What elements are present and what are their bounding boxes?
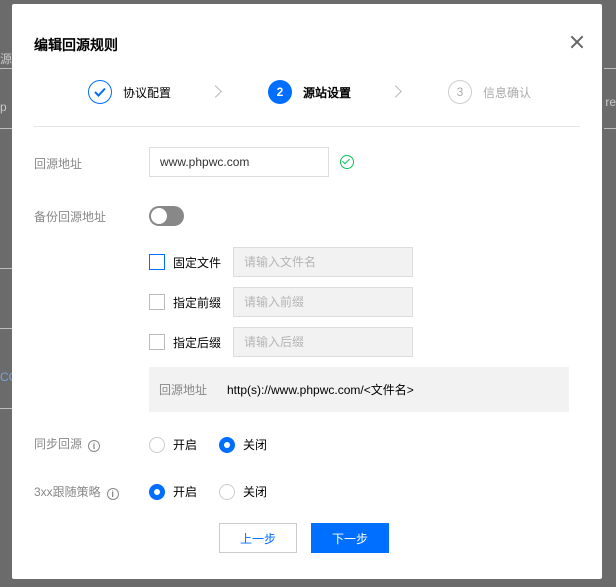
bg-text: 源 bbox=[0, 52, 13, 66]
prefix-checkbox[interactable] bbox=[149, 294, 165, 310]
rule-row-prefix: 指定前缀 bbox=[149, 287, 413, 317]
fixed-file-checkbox[interactable] bbox=[149, 254, 165, 270]
radio-label: 开启 bbox=[173, 485, 198, 499]
info-icon[interactable]: i bbox=[106, 488, 119, 500]
radio-label: 关闭 bbox=[243, 485, 268, 499]
check-icon bbox=[88, 80, 112, 104]
suffix-checkbox[interactable] bbox=[149, 334, 165, 350]
redirect-off-radio[interactable]: 关闭 bbox=[219, 483, 267, 500]
origin-preview-box: 回源地址 http(s)://www.phpwc.com/<文件名> bbox=[149, 367, 569, 412]
backup-origin-label: 备份回源地址 bbox=[34, 210, 107, 224]
bg-divider bbox=[0, 328, 12, 329]
redirect-policy-label: 3xx跟随策略 bbox=[34, 485, 101, 499]
valid-check-icon bbox=[340, 155, 354, 169]
step-label: 协议配置 bbox=[123, 85, 172, 100]
radio-dot bbox=[219, 483, 236, 500]
chevron-right-icon bbox=[389, 85, 402, 98]
suffix-label: 指定后缀 bbox=[173, 335, 222, 350]
step-label: 源站设置 bbox=[303, 85, 352, 100]
prefix-label: 指定前缀 bbox=[173, 295, 222, 310]
radio-label: 关闭 bbox=[243, 438, 268, 452]
suffix-input bbox=[233, 327, 413, 357]
bg-divider bbox=[0, 408, 12, 409]
sync-origin-on-radio[interactable]: 开启 bbox=[149, 436, 197, 453]
bg-divider bbox=[604, 68, 616, 69]
step-confirm-info: 3 信息确认 bbox=[448, 80, 531, 104]
toggle-knob bbox=[151, 208, 167, 224]
dialog-title: 编辑回源规则 bbox=[34, 37, 118, 53]
origin-address-label: 回源地址 bbox=[34, 157, 83, 171]
origin-address-input[interactable] bbox=[149, 147, 329, 177]
step-number: 2 bbox=[268, 80, 292, 104]
prefix-input bbox=[233, 287, 413, 317]
rule-row-fixed-file: 固定文件 bbox=[149, 247, 413, 277]
previous-step-button[interactable]: 上一步 bbox=[219, 523, 297, 553]
backup-origin-toggle[interactable] bbox=[149, 206, 184, 226]
sync-origin-off-radio[interactable]: 关闭 bbox=[219, 436, 267, 453]
radio-dot bbox=[149, 483, 165, 500]
divider bbox=[34, 126, 580, 127]
sync-origin-radio-group: 开启 关闭 bbox=[149, 436, 289, 453]
radio-dot bbox=[219, 436, 236, 453]
step-number: 3 bbox=[448, 80, 472, 104]
step-protocol-config: 协议配置 bbox=[88, 80, 171, 104]
radio-dot bbox=[149, 436, 165, 453]
file-name-input bbox=[233, 247, 413, 277]
redirect-policy-radio-group: 开启 关闭 bbox=[149, 483, 289, 500]
step-origin-settings: 2 源站设置 bbox=[268, 80, 351, 104]
redirect-policy-label-group: 3xx跟随策略 i bbox=[34, 483, 119, 500]
bg-text: re bbox=[605, 95, 616, 109]
redirect-on-radio[interactable]: 开启 bbox=[149, 483, 197, 500]
edit-origin-rule-dialog: 编辑回源规则 协议配置 2 源站设置 3 信息确认 回源地址 备份回源地址 固定… bbox=[12, 4, 602, 579]
bg-text: p bbox=[0, 100, 7, 114]
bg-divider bbox=[604, 128, 616, 129]
fixed-file-label: 固定文件 bbox=[173, 255, 222, 270]
next-step-button[interactable]: 下一步 bbox=[311, 523, 389, 553]
info-icon[interactable]: i bbox=[88, 440, 101, 452]
bg-divider bbox=[0, 128, 12, 129]
preview-value: http(s)://www.phpwc.com/<文件名> bbox=[227, 383, 414, 397]
preview-label: 回源地址 bbox=[159, 383, 208, 397]
radio-label: 开启 bbox=[173, 438, 198, 452]
step-label: 信息确认 bbox=[483, 85, 532, 100]
sync-origin-label: 同步回源 bbox=[34, 437, 83, 451]
bg-divider bbox=[0, 68, 12, 69]
bg-divider bbox=[0, 268, 12, 269]
sync-origin-label-group: 同步回源 i bbox=[34, 435, 101, 452]
rule-row-suffix: 指定后缀 bbox=[149, 327, 413, 357]
close-icon[interactable] bbox=[569, 34, 585, 50]
chevron-right-icon bbox=[209, 85, 222, 98]
